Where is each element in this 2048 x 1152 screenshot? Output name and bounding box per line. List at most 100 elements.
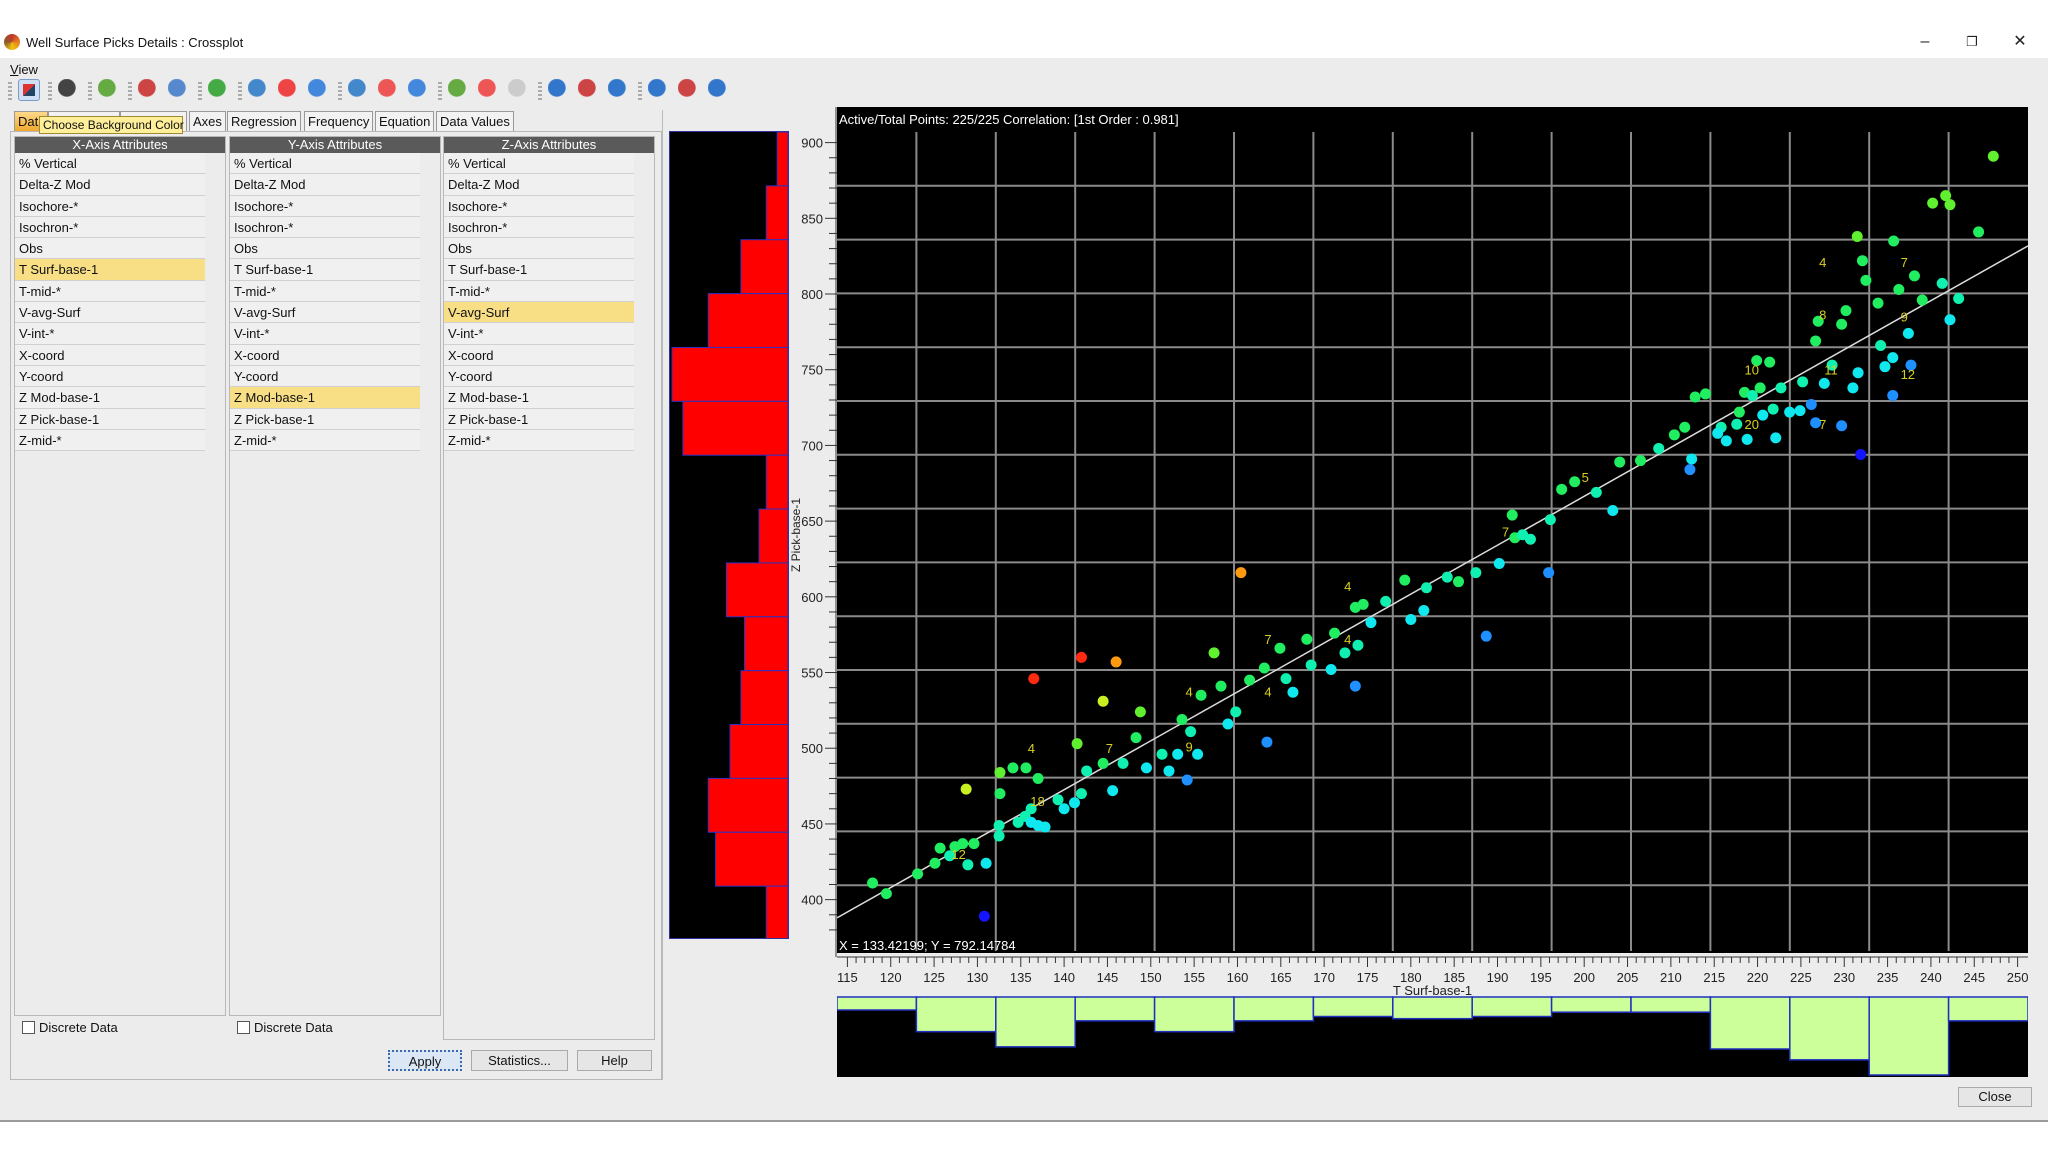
data-point [1700, 388, 1712, 400]
attribute-item[interactable]: T Surf-base-1 [444, 259, 634, 281]
multi-point-icon[interactable] [408, 79, 430, 101]
count-label: 20 [1745, 417, 1759, 432]
data-point [1075, 788, 1087, 800]
attribute-item[interactable]: Z Pick-base-1 [15, 408, 205, 430]
data-point [1794, 405, 1806, 417]
count-label: 12 [1901, 367, 1915, 382]
restore-button[interactable]: ❐ [1952, 30, 1992, 54]
y-discrete-data-checkbox[interactable]: Discrete Data [237, 1020, 333, 1036]
frame-icon[interactable] [58, 79, 80, 101]
attribute-item[interactable]: Delta-Z Mod [230, 174, 420, 196]
attribute-item[interactable]: Delta-Z Mod [15, 174, 205, 196]
fit-h-icon[interactable] [608, 79, 630, 101]
expand-h-icon[interactable] [548, 79, 570, 101]
attribute-item[interactable]: Y-coord [444, 365, 634, 388]
attribute-item[interactable]: V-int-* [444, 323, 634, 345]
attribute-item[interactable]: X-coord [15, 344, 205, 366]
attribute-item[interactable]: T-mid-* [230, 280, 420, 303]
line-delete-icon[interactable] [478, 79, 500, 101]
x-tick-label: 235 [1877, 970, 1899, 985]
tab-equation[interactable]: Equation [375, 111, 435, 131]
tab-data-values[interactable]: Data Values [436, 111, 514, 131]
attribute-item[interactable]: Isochron-* [230, 216, 420, 239]
attribute-item[interactable]: Obs [444, 238, 634, 260]
background-color-icon[interactable] [18, 79, 40, 101]
data-point [1028, 673, 1040, 685]
attribute-item[interactable]: T Surf-base-1 [15, 259, 205, 281]
tab-axes[interactable]: Axes [189, 111, 226, 131]
attribute-item[interactable]: Y-coord [230, 365, 420, 388]
checkbox-box[interactable] [22, 1021, 35, 1034]
checkbox-box[interactable] [237, 1021, 250, 1034]
attribute-item[interactable]: % Vertical [444, 153, 634, 175]
attribute-item[interactable]: X-coord [230, 344, 420, 366]
x-discrete-data-checkbox[interactable]: Discrete Data [22, 1020, 118, 1036]
attribute-item[interactable]: % Vertical [230, 153, 420, 175]
grid-icon[interactable] [208, 79, 230, 101]
attribute-item[interactable]: V-int-* [230, 323, 420, 345]
attribute-item[interactable]: % Vertical [15, 153, 205, 175]
data-point [1071, 738, 1083, 750]
line-disabled-icon[interactable] [508, 79, 530, 101]
help-button[interactable]: Help [577, 1050, 652, 1071]
attribute-item[interactable]: V-avg-Surf [15, 302, 205, 324]
data-point [1590, 486, 1602, 498]
zoom-box-icon[interactable] [138, 79, 160, 101]
data-point [929, 857, 941, 869]
properties-icon[interactable] [98, 79, 120, 101]
y-histogram-bar [765, 185, 788, 241]
attribute-item[interactable]: Obs [230, 238, 420, 260]
attribute-item[interactable]: Z-mid-* [444, 429, 634, 452]
attribute-item[interactable]: X-coord [444, 344, 634, 366]
points-icon[interactable] [308, 79, 330, 101]
data-point [934, 842, 946, 854]
attribute-item[interactable]: T-mid-* [15, 280, 205, 303]
close-window-button[interactable]: ✕ [2000, 30, 2040, 54]
y-histogram-bar [776, 132, 788, 187]
data-point [1453, 576, 1465, 588]
attribute-item[interactable]: Z Mod-base-1 [15, 387, 205, 409]
attribute-item[interactable]: V-avg-Surf [444, 302, 634, 324]
data-point [1339, 647, 1351, 659]
attribute-item[interactable]: Isochore-* [444, 195, 634, 217]
attribute-item[interactable]: Z-mid-* [15, 429, 205, 452]
tab-frequency[interactable]: Frequency [304, 111, 374, 131]
statistics-button[interactable]: Statistics... [471, 1050, 568, 1071]
attribute-item[interactable]: Z-mid-* [230, 429, 420, 452]
attribute-item[interactable]: Z Mod-base-1 [444, 387, 634, 409]
attribute-item[interactable]: Z Pick-base-1 [230, 408, 420, 430]
pencil-icon[interactable] [248, 79, 270, 101]
apply-button[interactable]: Apply [388, 1050, 462, 1071]
attribute-item[interactable]: Isochore-* [230, 195, 420, 217]
add-point-icon[interactable] [378, 79, 400, 101]
attribute-item[interactable]: Z Pick-base-1 [444, 408, 634, 430]
x-tick-label: 200 [1573, 970, 1595, 985]
minimize-button[interactable]: – [1905, 30, 1945, 54]
line-icon[interactable] [448, 79, 470, 101]
delete-v-icon[interactable] [678, 79, 700, 101]
data-point [1712, 427, 1724, 439]
attribute-item[interactable]: Obs [15, 238, 205, 260]
attribute-item[interactable]: T Surf-base-1 [230, 259, 420, 281]
x-tick-label: 220 [1747, 970, 1769, 985]
tab-regression[interactable]: Regression [227, 111, 301, 131]
crossplot-chart[interactable]: 12 18 4 7 4 9 4 7 4 4 7 5 10 20 11 7 12 8 4 7 9 Active/Total … [837, 107, 2028, 1077]
zoom-icon[interactable] [168, 79, 190, 101]
attribute-item[interactable]: V-int-* [15, 323, 205, 345]
panel-splitter[interactable] [662, 110, 667, 1080]
attribute-item[interactable]: T-mid-* [444, 280, 634, 303]
point-red-icon[interactable] [278, 79, 300, 101]
attribute-item[interactable]: Delta-Z Mod [444, 174, 634, 196]
delete-h-icon[interactable] [578, 79, 600, 101]
x-tick-label: 245 [1963, 970, 1985, 985]
attribute-item[interactable]: Z Mod-base-1 [230, 387, 420, 409]
attribute-item[interactable]: Isochron-* [444, 216, 634, 239]
fit-v-icon[interactable] [708, 79, 730, 101]
attribute-item[interactable]: Y-coord [15, 365, 205, 388]
close-button[interactable]: Close [1958, 1087, 2032, 1107]
attribute-item[interactable]: V-avg-Surf [230, 302, 420, 324]
attribute-item[interactable]: Isochore-* [15, 195, 205, 217]
edit-icon[interactable] [348, 79, 370, 101]
attribute-item[interactable]: Isochron-* [15, 216, 205, 239]
expand-v-icon[interactable] [648, 79, 670, 101]
